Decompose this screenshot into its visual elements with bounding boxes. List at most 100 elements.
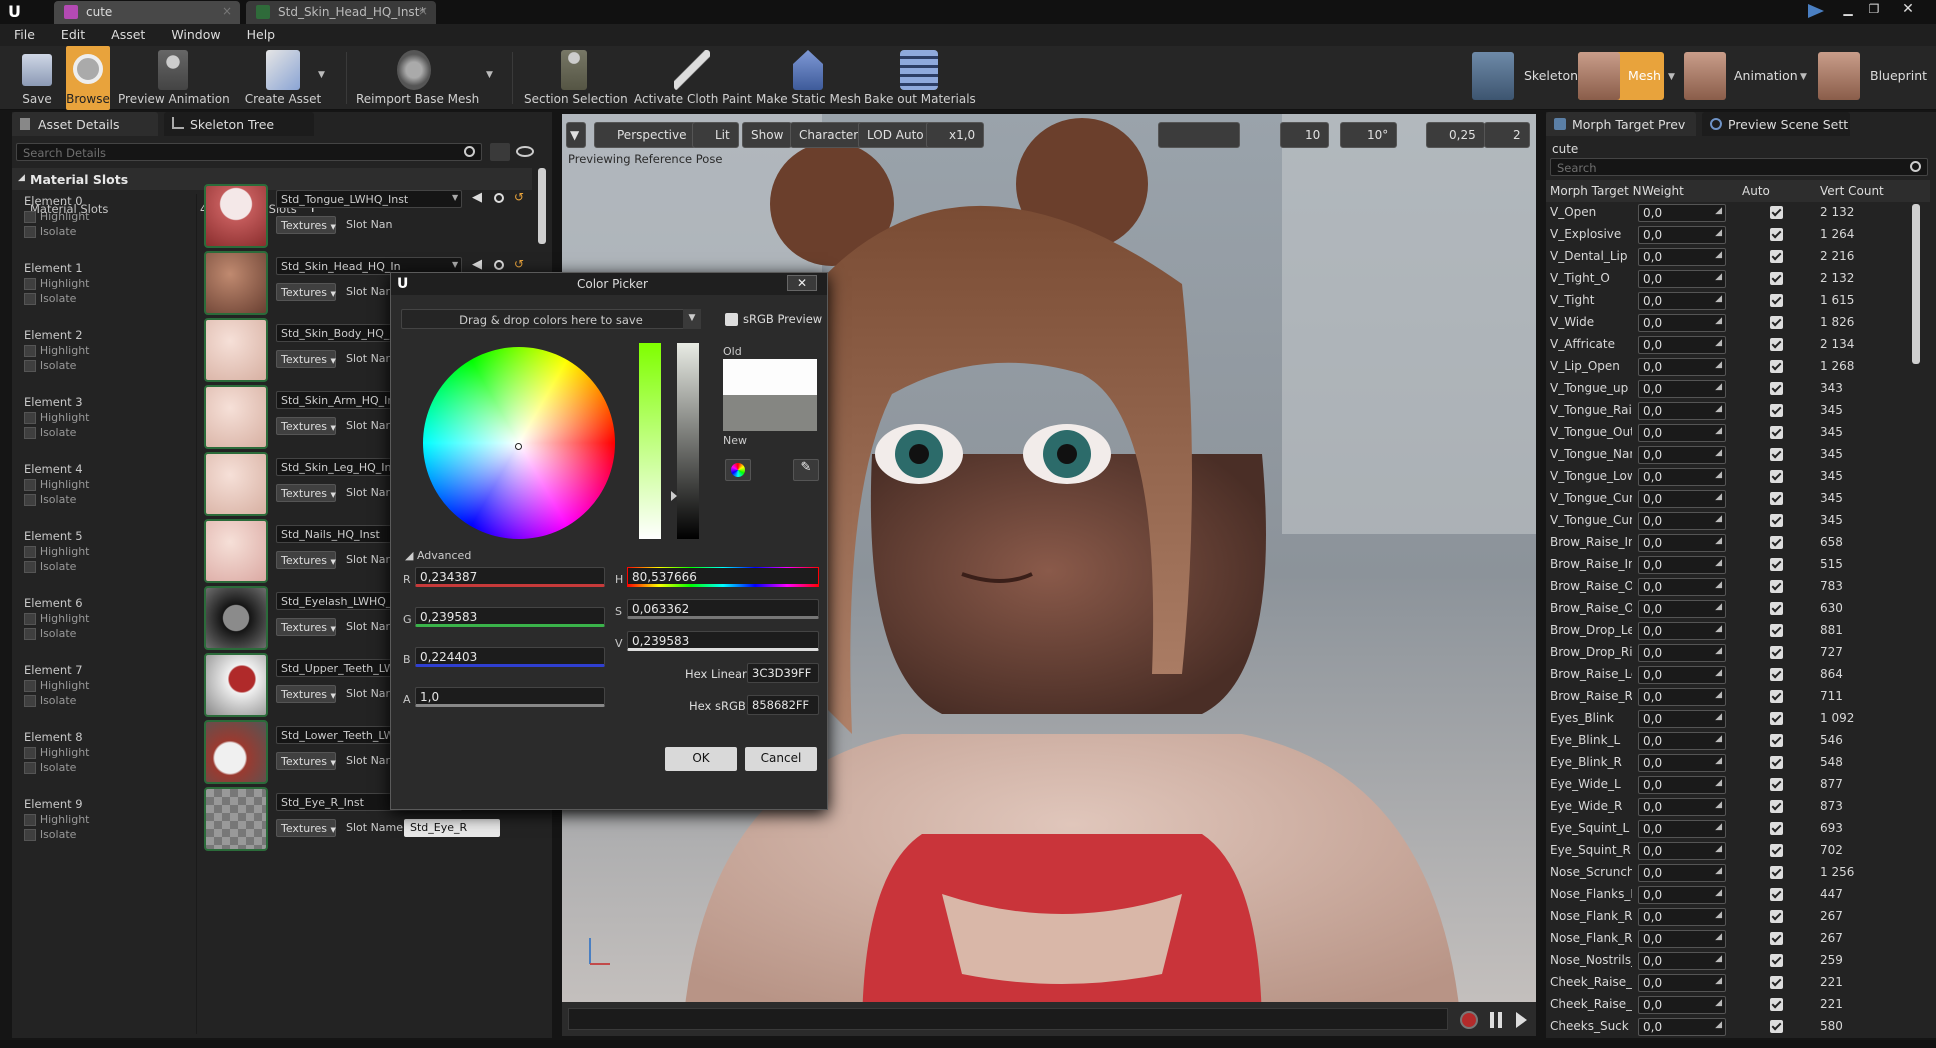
- auto-checkbox[interactable]: [1770, 734, 1783, 747]
- timeline-track[interactable]: [568, 1008, 1448, 1030]
- unreal-logo-icon[interactable]: U: [8, 2, 28, 22]
- auto-checkbox[interactable]: [1770, 822, 1783, 835]
- lit-button[interactable]: Lit: [692, 122, 739, 148]
- chevron-down-icon[interactable]: ▼: [452, 260, 458, 269]
- minimize-button[interactable]: ▁: [1838, 2, 1858, 20]
- header-auto[interactable]: Auto: [1742, 184, 1770, 198]
- viewport-options-dropdown[interactable]: ▼: [566, 122, 586, 148]
- weight-spinbox[interactable]: 0,0 ◢: [1638, 446, 1726, 464]
- morph-target-row[interactable]: V_Tongue_Narro 0,0 ◢ 345: [1546, 444, 1922, 466]
- saved-colors-dropdown[interactable]: Drag & drop colors here to save: [401, 309, 701, 329]
- auto-checkbox[interactable]: [1770, 382, 1783, 395]
- create-asset-dropdown-icon[interactable]: ▼: [318, 70, 325, 80]
- auto-checkbox[interactable]: [1770, 712, 1783, 725]
- morph-target-row[interactable]: Brow_Drop_Righ 0,0 ◢ 727: [1546, 642, 1922, 664]
- auto-checkbox[interactable]: [1770, 602, 1783, 615]
- auto-checkbox[interactable]: [1770, 954, 1783, 967]
- weight-spinbox[interactable]: 0,0 ◢: [1638, 688, 1726, 706]
- weight-spinbox[interactable]: 0,0 ◢: [1638, 490, 1726, 508]
- isolate-checkbox[interactable]: Isolate: [24, 358, 76, 372]
- weight-spinbox[interactable]: 0,0 ◢: [1638, 314, 1726, 332]
- material-thumbnail[interactable]: [204, 787, 268, 851]
- textures-dropdown[interactable]: Textures ▼: [276, 551, 336, 569]
- weight-spinbox[interactable]: 0,0 ◢: [1638, 732, 1726, 750]
- morph-target-row[interactable]: V_Tongue_Out 0,0 ◢ 345: [1546, 422, 1922, 444]
- search-details-input[interactable]: Search Details: [16, 143, 482, 161]
- tab-std-skin-head[interactable]: Std_Skin_Head_HQ_Inst* ×: [246, 1, 436, 24]
- material-thumbnail[interactable]: [204, 385, 268, 449]
- notification-icon[interactable]: [1808, 4, 1824, 18]
- material-thumbnail[interactable]: [204, 653, 268, 717]
- hex-srgb-field[interactable]: 858682FF: [747, 695, 819, 715]
- weight-spinbox[interactable]: 0,0 ◢: [1638, 424, 1726, 442]
- h-field[interactable]: 80,537666: [627, 567, 819, 587]
- reimport-dropdown-icon[interactable]: ▼: [486, 70, 493, 80]
- weight-spinbox[interactable]: 0,0 ◢: [1638, 820, 1726, 838]
- ok-button[interactable]: OK: [665, 747, 737, 771]
- color-theme-icon[interactable]: [725, 459, 751, 481]
- auto-checkbox[interactable]: [1770, 272, 1783, 285]
- browse-search-icon[interactable]: [494, 193, 504, 203]
- auto-checkbox[interactable]: [1770, 250, 1783, 263]
- morph-target-row[interactable]: V_Tongue_up 0,0 ◢ 343: [1546, 378, 1922, 400]
- r-field[interactable]: 0,234387: [415, 567, 605, 587]
- slot-name-input[interactable]: Std_Eye_R: [404, 819, 500, 837]
- material-thumbnail[interactable]: [204, 586, 268, 650]
- auto-checkbox[interactable]: [1770, 228, 1783, 241]
- highlight-checkbox[interactable]: Highlight: [24, 276, 90, 290]
- isolate-checkbox[interactable]: Isolate: [24, 425, 76, 439]
- morph-target-row[interactable]: V_Lip_Open 0,0 ◢ 1 268: [1546, 356, 1922, 378]
- weight-spinbox[interactable]: 0,0 ◢: [1638, 996, 1726, 1014]
- tab-skeleton-tree[interactable]: Skeleton Tree: [164, 112, 314, 136]
- highlight-checkbox[interactable]: Highlight: [24, 812, 90, 826]
- weight-spinbox[interactable]: 0,0 ◢: [1638, 974, 1726, 992]
- isolate-checkbox[interactable]: Isolate: [24, 291, 76, 305]
- tab-morph-target-preview[interactable]: Morph Target Prev: [1546, 112, 1696, 136]
- weight-spinbox[interactable]: 0,0 ◢: [1638, 204, 1726, 222]
- morph-target-row[interactable]: V_Tight_O 0,0 ◢ 2 132: [1546, 268, 1922, 290]
- auto-checkbox[interactable]: [1770, 360, 1783, 373]
- highlight-checkbox[interactable]: Highlight: [24, 343, 90, 357]
- morph-target-row[interactable]: Brow_Raise_Out 0,0 ◢ 630: [1546, 598, 1922, 620]
- scale-snap-button[interactable]: 0,25: [1426, 122, 1485, 148]
- srgb-preview-checkbox[interactable]: [725, 313, 738, 326]
- textures-dropdown[interactable]: Textures ▼: [276, 819, 336, 837]
- auto-checkbox[interactable]: [1770, 624, 1783, 637]
- weight-spinbox[interactable]: 0,0 ◢: [1638, 908, 1726, 926]
- auto-checkbox[interactable]: [1770, 844, 1783, 857]
- animation-mode-dropdown-icon[interactable]: ▼: [1800, 72, 1807, 82]
- auto-checkbox[interactable]: [1770, 536, 1783, 549]
- textures-dropdown[interactable]: Textures ▼: [276, 283, 336, 301]
- g-field[interactable]: 0,239583: [415, 607, 605, 627]
- use-selected-arrow-icon[interactable]: ◀: [472, 257, 482, 272]
- weight-spinbox[interactable]: 0,0 ◢: [1638, 710, 1726, 728]
- tab-preview-scene-settings[interactable]: Preview Scene Sett: [1702, 112, 1850, 136]
- auto-checkbox[interactable]: [1770, 646, 1783, 659]
- isolate-checkbox[interactable]: Isolate: [24, 827, 76, 841]
- auto-checkbox[interactable]: [1770, 448, 1783, 461]
- morph-target-row[interactable]: V_Affricate 0,0 ◢ 2 134: [1546, 334, 1922, 356]
- auto-checkbox[interactable]: [1770, 294, 1783, 307]
- morph-target-row[interactable]: Eye_Blink_R 0,0 ◢ 548: [1546, 752, 1922, 774]
- auto-checkbox[interactable]: [1770, 580, 1783, 593]
- textures-dropdown[interactable]: Textures ▼: [276, 752, 336, 770]
- playback-speed-button[interactable]: x1,0: [926, 122, 985, 148]
- weight-spinbox[interactable]: 0,0 ◢: [1638, 600, 1726, 618]
- grid-snap-button[interactable]: 10: [1280, 122, 1330, 148]
- morph-target-row[interactable]: Eyes_Blink 0,0 ◢ 1 092: [1546, 708, 1922, 730]
- record-icon[interactable]: [1460, 1011, 1478, 1029]
- menu-edit[interactable]: Edit: [47, 24, 97, 42]
- saved-colors-dropdown-arrow[interactable]: ▼: [683, 309, 701, 329]
- mode-animation-button[interactable]: Animation: [1684, 52, 1798, 100]
- highlight-checkbox[interactable]: Highlight: [24, 611, 90, 625]
- rotation-snap-button[interactable]: 10°: [1340, 122, 1398, 148]
- auto-checkbox[interactable]: [1770, 998, 1783, 1011]
- menu-window[interactable]: Window: [157, 24, 232, 42]
- weight-spinbox[interactable]: 0,0 ◢: [1638, 864, 1726, 882]
- header-vert-count[interactable]: Vert Count: [1820, 184, 1884, 198]
- material-slots-section-header[interactable]: ◢ Material Slots: [12, 168, 532, 190]
- morph-target-row[interactable]: Brow_Raise_Inne 0,0 ◢ 658: [1546, 532, 1922, 554]
- weight-spinbox[interactable]: 0,0 ◢: [1638, 1018, 1726, 1036]
- use-selected-arrow-icon[interactable]: ◀: [472, 190, 482, 205]
- browse-search-icon[interactable]: [494, 260, 504, 270]
